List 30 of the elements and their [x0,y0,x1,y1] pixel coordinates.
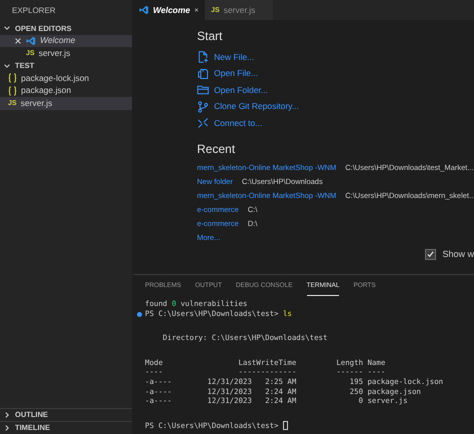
braces-file-icon [8,73,17,84]
section-heading: Start [197,28,224,45]
open-file-icon [197,68,209,80]
checkbox[interactable] [425,249,436,260]
editor-logo-icon [139,5,149,15]
remote-icon [197,117,209,130]
chevron-down-icon[interactable] [3,24,11,32]
folder-icon [197,84,209,96]
new-file-icon [197,51,209,64]
close-icon[interactable] [194,6,199,14]
start-link[interactable]: Open File... [214,67,258,80]
braces-file-icon [8,86,17,96]
section-heading: Recent [197,140,236,158]
start-link[interactable]: Connect to... [214,116,262,130]
start-link[interactable]: Clone Git Repository... [214,100,299,114]
start-link[interactable]: New File... [214,50,254,64]
start-link[interactable]: Open Folder... [214,84,268,97]
file-item[interactable]: Welcome [0,34,132,47]
branch-icon [197,100,209,113]
chevron-down-icon[interactable] [3,62,11,70]
editor-tab[interactable]: Welcome [133,0,205,20]
check-icon [426,250,436,260]
file-item[interactable]: package-lock.json [0,72,132,84]
editor-logo-icon [26,36,36,46]
checkbox-label: Show w [442,248,474,261]
chevron-right-icon[interactable] [3,424,11,432]
chevron-right-icon[interactable] [3,411,11,419]
close-icon[interactable] [14,36,22,45]
file-item[interactable]: package.json [0,84,132,97]
sidebar-title: EXPLORER [12,5,56,17]
